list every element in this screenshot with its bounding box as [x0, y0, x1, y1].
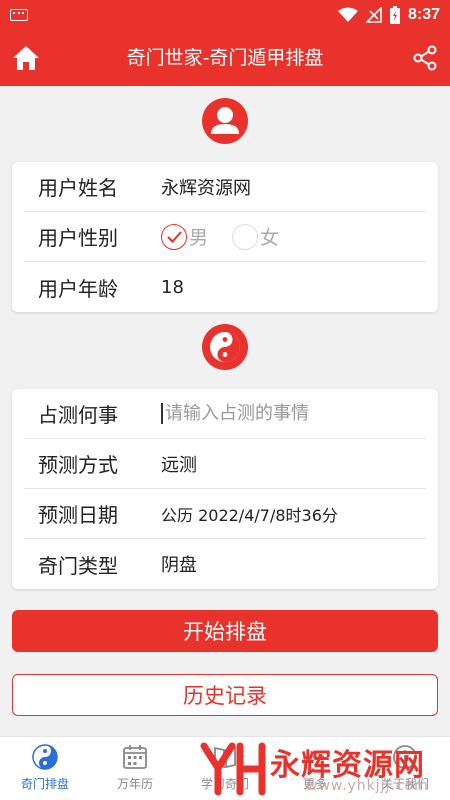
method-label: 预测方式 [38, 453, 118, 477]
matter-input[interactable] [161, 403, 421, 424]
home-icon[interactable] [12, 44, 40, 72]
nav-label: 关于我们 [380, 777, 429, 791]
matter-row: 占测何事 [24, 389, 426, 439]
user-age-label: 用户年龄 [38, 276, 118, 301]
nav-item-qimen-chart[interactable]: 奇门排盘 [0, 737, 90, 800]
user-name-value[interactable]: 永辉资源网 [161, 174, 251, 200]
user-avatar-icon [202, 98, 248, 144]
yin-yang-icon [32, 744, 58, 770]
date-row[interactable]: 预测日期 公历 2022/4/7/8时36分 [24, 489, 426, 539]
user-age-row: 用户年龄 18 [24, 262, 426, 312]
share-icon[interactable] [412, 45, 438, 71]
keyboard-icon [10, 9, 28, 21]
date-label: 预测日期 [38, 503, 118, 527]
radio-checked-icon [161, 223, 187, 250]
radio-unchecked-icon [232, 223, 259, 250]
nav-label: 奇门排盘 [20, 777, 69, 791]
gender-male-label: 男 [189, 227, 209, 249]
nav-item-about[interactable]: 关于我们 [360, 737, 450, 800]
gender-radio-male[interactable]: 男 [161, 223, 208, 250]
user-info-card: 用户姓名 永辉资源网 用户性别 男 女 用户年龄 18 [12, 162, 438, 312]
type-label: 奇门类型 [38, 553, 118, 578]
date-value[interactable]: 公历 2022/4/7/8时36分 [161, 502, 338, 526]
method-value[interactable]: 远测 [161, 451, 197, 477]
status-bar: 8:37 [0, 0, 450, 30]
nav-label: 万年历 [116, 777, 153, 791]
about-icon [393, 745, 417, 769]
history-button[interactable]: 历史记录 [12, 674, 438, 716]
status-time: 8:37 [407, 6, 440, 23]
yin-yang-icon [202, 324, 248, 370]
nav-label: 更多 [302, 777, 327, 791]
nav-item-calendar[interactable]: 万年历 [90, 737, 180, 800]
more-icon [305, 754, 325, 760]
nav-label: 学习奇门 [200, 777, 249, 791]
user-gender-label: 用户性别 [38, 226, 118, 250]
type-value[interactable]: 阴盘 [161, 551, 197, 577]
book-icon [214, 746, 236, 769]
matter-label: 占测何事 [38, 403, 118, 427]
wifi-icon [337, 7, 358, 22]
bottom-nav: 奇门排盘 万年历 学习奇门 更多 关于我们 [0, 736, 450, 800]
user-age-value[interactable]: 18 [161, 277, 184, 298]
user-gender-row: 用户性别 男 女 [24, 212, 426, 262]
type-row[interactable]: 奇门类型 阴盘 [24, 539, 426, 589]
gender-radio-female[interactable]: 女 [232, 223, 279, 250]
page-title: 奇门世家-奇门遁甲排盘 [126, 47, 324, 69]
gender-female-label: 女 [260, 227, 280, 249]
method-row[interactable]: 预测方式 远测 [24, 439, 426, 489]
user-name-row: 用户姓名 永辉资源网 [24, 162, 426, 212]
app-header: 奇门世家-奇门遁甲排盘 [0, 30, 450, 86]
start-chart-button[interactable]: 开始排盘 [12, 610, 438, 652]
divination-card: 占测何事 预测方式 远测 预测日期 公历 2022/4/7/8时36分 奇门类型… [12, 389, 438, 589]
signal-off-icon [365, 7, 382, 23]
nav-item-more[interactable]: 更多 [270, 737, 360, 800]
user-name-label: 用户姓名 [38, 176, 118, 200]
nav-item-learn[interactable]: 学习奇门 [180, 737, 270, 800]
battery-icon [389, 6, 400, 24]
calendar-icon [123, 745, 147, 769]
